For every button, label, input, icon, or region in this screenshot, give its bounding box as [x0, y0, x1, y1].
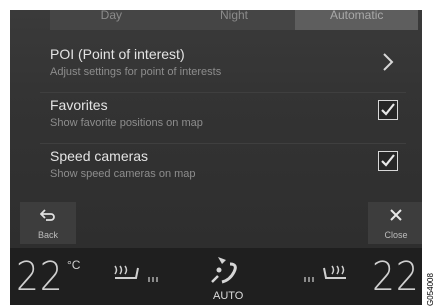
seat-heat-left-icon[interactable] — [112, 262, 160, 284]
right-temperature[interactable]: 22 — [372, 254, 420, 300]
speed-cameras-setting-row[interactable]: Speed cameras Show speed cameras on map — [40, 144, 406, 194]
chevron-right-icon[interactable] — [378, 50, 398, 74]
infotainment-screen: Day Night Automatic POI (Point of intere… — [10, 10, 422, 305]
poi-title: POI (Point of interest) — [50, 46, 185, 62]
back-button[interactable]: Back — [20, 202, 76, 244]
poi-subtitle: Adjust settings for point of interests — [50, 66, 222, 78]
close-label: Close — [384, 230, 408, 240]
climate-bar: 22 °C AUTO 22 — [10, 248, 422, 305]
settings-list: POI (Point of interest) Adjust settings … — [40, 42, 406, 194]
left-temperature[interactable]: 22 — [16, 254, 64, 300]
back-arrow-icon — [40, 209, 55, 221]
document-code-text: G054008 — [426, 273, 435, 306]
mode-automatic-tab[interactable]: Automatic — [295, 10, 419, 30]
seat-heat-right-icon[interactable] — [302, 262, 350, 284]
speed-cameras-subtitle: Show speed cameras on map — [50, 168, 196, 180]
map-settings-view: Day Night Automatic POI (Point of intere… — [10, 10, 422, 248]
speed-cameras-checkbox[interactable] — [378, 151, 398, 171]
favorites-checkbox[interactable] — [378, 100, 398, 120]
close-button[interactable]: Close — [368, 202, 422, 244]
temperature-unit: °C — [67, 258, 81, 272]
favorites-title: Favorites — [50, 97, 108, 113]
checkmark-icon — [381, 154, 395, 167]
fan-auto-icon[interactable] — [208, 254, 244, 288]
mode-night-tab[interactable]: Night — [172, 10, 296, 30]
favorites-subtitle: Show favorite positions on map — [50, 117, 203, 129]
fan-mode-label: AUTO — [213, 290, 244, 302]
favorites-setting-row[interactable]: Favorites Show favorite positions on map — [40, 93, 406, 144]
document-code: G054008 — [424, 252, 438, 306]
close-icon — [390, 209, 402, 221]
checkmark-icon — [381, 103, 395, 116]
display-mode-selector: Day Night Automatic — [50, 10, 419, 30]
back-label: Back — [37, 230, 58, 240]
speed-cameras-title: Speed cameras — [50, 148, 149, 164]
mode-day-tab[interactable]: Day — [50, 10, 173, 30]
poi-setting-row[interactable]: POI (Point of interest) Adjust settings … — [40, 42, 406, 93]
